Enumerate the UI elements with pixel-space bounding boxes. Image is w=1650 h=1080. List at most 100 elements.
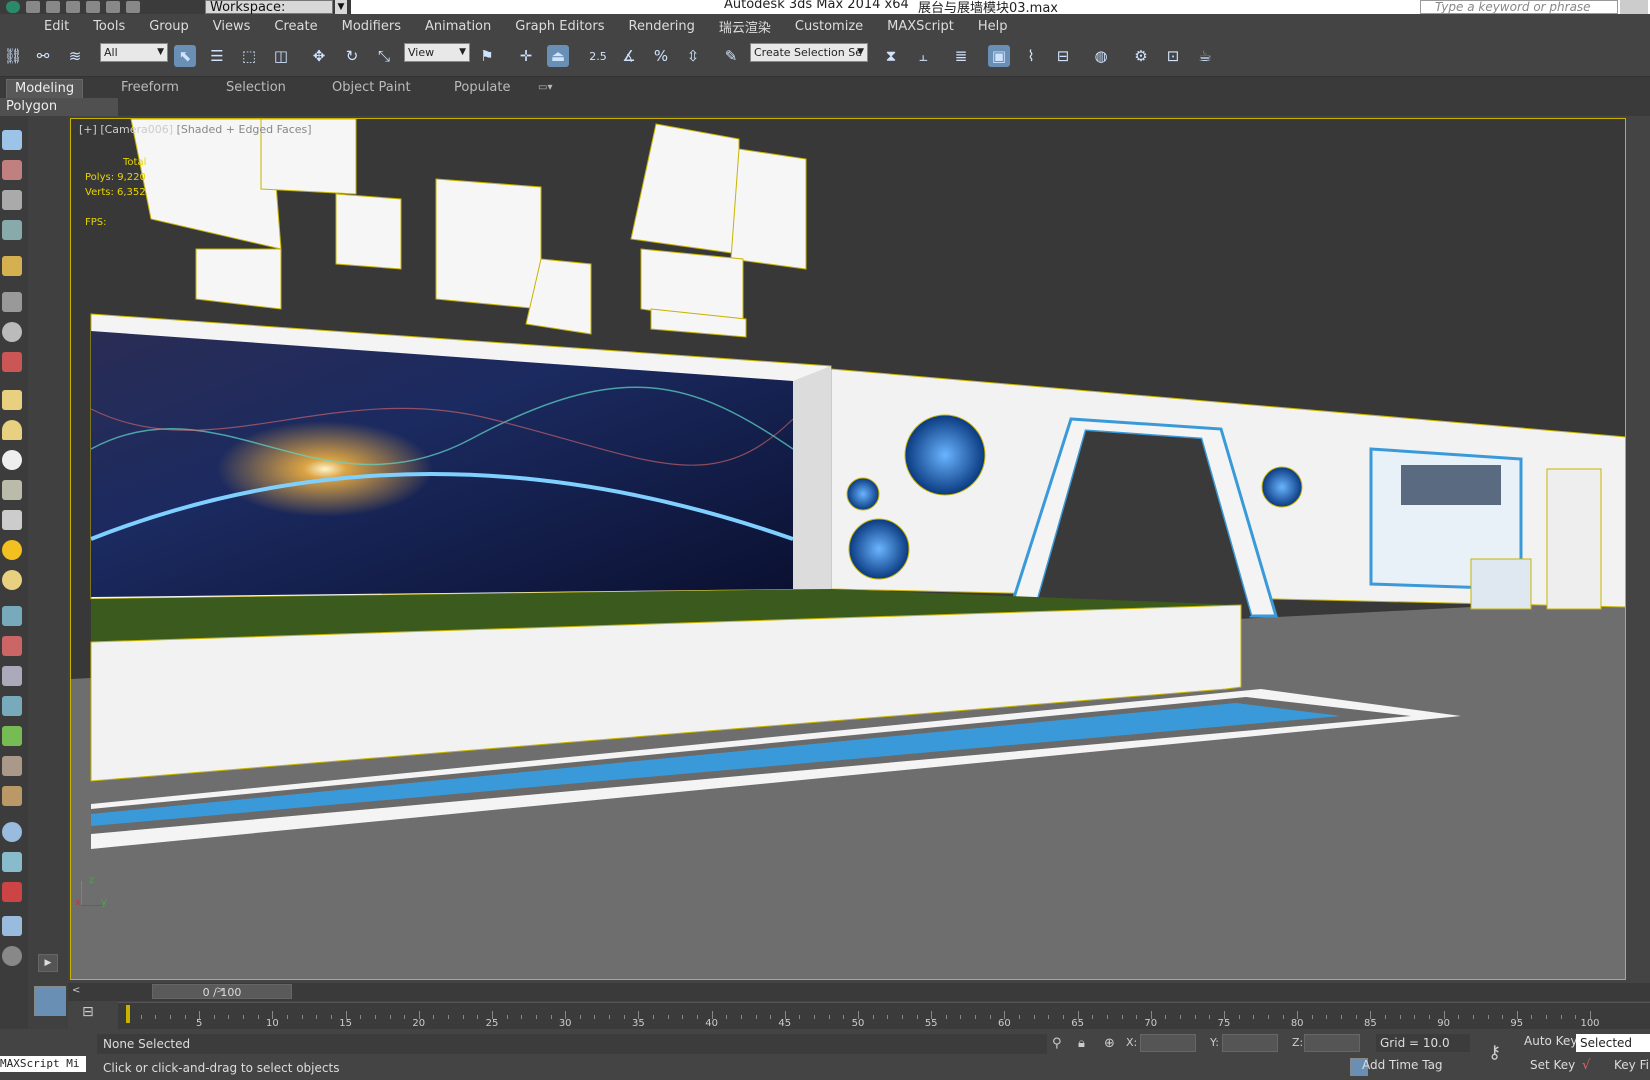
material-sphere-icon[interactable] xyxy=(2,822,22,842)
open-file-icon[interactable] xyxy=(46,1,60,13)
hf-icon[interactable] xyxy=(2,756,22,776)
camera-icon[interactable] xyxy=(2,292,22,312)
add-time-tag[interactable]: Add Time Tag xyxy=(1362,1058,1443,1072)
curve-editor-icon[interactable]: ⌇ xyxy=(1020,45,1042,67)
chevron-down-icon[interactable]: ▼ xyxy=(335,0,347,14)
scale-icon[interactable]: ⤡ xyxy=(373,45,395,67)
create-panel-icon[interactable] xyxy=(2,160,22,180)
viewport-plus-menu[interactable]: [+] xyxy=(79,123,97,136)
ribbon-options-icon[interactable]: ▭▾ xyxy=(538,79,552,97)
help-icon[interactable] xyxy=(2,946,22,966)
menu-maxscript[interactable]: MAXScript xyxy=(875,19,966,34)
menu-edit[interactable]: Edit xyxy=(0,19,81,34)
current-frame-marker[interactable] xyxy=(126,1005,130,1023)
light-icon[interactable] xyxy=(2,540,22,560)
hair-icon[interactable] xyxy=(2,636,22,656)
polygon-modeling-panel[interactable]: Polygon Modeling xyxy=(0,98,118,132)
key-icon[interactable]: ⚷ xyxy=(1488,1042,1501,1063)
select-by-name-icon[interactable]: ☰ xyxy=(206,45,228,67)
menu-tools[interactable]: Tools xyxy=(81,19,137,34)
teapot-icon[interactable] xyxy=(2,130,22,150)
auto-key-button[interactable]: Auto Key xyxy=(1524,1034,1577,1048)
compound-icon[interactable] xyxy=(2,666,22,686)
play-arrow-icon[interactable]: ▶ xyxy=(38,954,58,972)
render-setup-icon[interactable]: ⚙ xyxy=(1130,45,1152,67)
motion-panel-icon[interactable] xyxy=(2,256,22,276)
isolate-icon[interactable]: ⚲ xyxy=(1052,1036,1062,1051)
scatter-icon[interactable] xyxy=(2,786,22,806)
tab-populate[interactable]: Populate xyxy=(454,79,511,97)
app-logo-icon[interactable] xyxy=(6,1,20,13)
percent-snap-icon[interactable]: % xyxy=(650,45,672,67)
maxscript-listener[interactable]: MAXScript Mi xyxy=(0,1056,86,1072)
menu-group[interactable]: Group xyxy=(137,19,201,34)
box-icon[interactable] xyxy=(2,390,22,410)
menu-help[interactable]: Help xyxy=(966,19,1020,34)
slider-prev-icon[interactable]: < xyxy=(72,985,80,996)
align-icon[interactable]: ⫠ xyxy=(912,45,934,67)
camera-viewport[interactable]: [+] [Camera006] [Shaded + Edged Faces] T… xyxy=(70,118,1626,980)
menu-views[interactable]: Views xyxy=(201,19,263,34)
mirror-icon[interactable]: ⧗ xyxy=(880,45,902,67)
slider-next-icon[interactable]: > xyxy=(216,985,224,996)
curve-icon[interactable]: √ xyxy=(1582,1058,1590,1073)
tab-freeform[interactable]: Freeform xyxy=(121,79,179,97)
menu-create[interactable]: Create xyxy=(262,19,329,34)
absolute-mode-icon[interactable]: ⊕ xyxy=(1104,1036,1115,1051)
angle-snap-icon[interactable]: ∡ xyxy=(618,45,640,67)
dome-icon[interactable] xyxy=(2,420,22,440)
layer-manager-icon[interactable]: ≣ xyxy=(950,45,972,67)
edit-named-selection-icon[interactable]: ✎ xyxy=(720,45,742,67)
menu-cloud-render[interactable]: 瑞云渲染 xyxy=(707,17,783,36)
circle-icon[interactable] xyxy=(2,450,22,470)
move-icon[interactable]: ✥ xyxy=(308,45,330,67)
material-editor-icon[interactable]: ◍ xyxy=(1090,45,1112,67)
new-file-icon[interactable] xyxy=(26,1,40,13)
x-field[interactable] xyxy=(1140,1034,1196,1052)
set-key-button[interactable]: Set Key xyxy=(1530,1058,1575,1072)
workspace-dropdown[interactable]: Workspace: Default xyxy=(205,0,333,14)
named-selection-dropdown[interactable]: Create Selection Se ▼ xyxy=(750,43,868,62)
particles-icon[interactable] xyxy=(2,606,22,626)
pivot-point-icon[interactable]: ⚑ xyxy=(476,45,498,67)
menu-rendering[interactable]: Rendering xyxy=(617,19,707,34)
project-folder-icon[interactable] xyxy=(126,1,140,13)
track-bar[interactable]: 5 10 15 20 25 30 35 40 45 50 55 60 65 70 75 80 85 90 95 100 xyxy=(118,1002,1650,1029)
viewport-preview-icon[interactable] xyxy=(34,986,66,1016)
link-icon[interactable]: ⛓ xyxy=(2,45,24,67)
redo-icon[interactable] xyxy=(106,1,120,13)
track-bar-icon[interactable]: ⊟ xyxy=(82,1004,104,1024)
render-production-icon[interactable]: ☕ xyxy=(1194,45,1216,67)
snaps-toggle-icon[interactable]: 2.5 xyxy=(583,45,613,67)
plant-icon[interactable] xyxy=(2,726,22,746)
y-field[interactable] xyxy=(1222,1034,1278,1052)
selection-filter-dropdown[interactable]: All ▼ xyxy=(100,43,168,62)
gear-icon[interactable] xyxy=(2,696,22,716)
undo-icon[interactable] xyxy=(86,1,100,13)
menu-graph-editors[interactable]: Graph Editors xyxy=(503,19,616,34)
lock-icon[interactable]: 🔒︎ xyxy=(1078,1036,1085,1051)
window-crossing-icon[interactable]: ◫ xyxy=(270,45,292,67)
cone-icon[interactable] xyxy=(2,510,22,530)
modify-panel-icon[interactable] xyxy=(2,190,22,210)
graphite-toolbar-icon[interactable]: ▣ xyxy=(988,45,1010,67)
reference-coordinate-dropdown[interactable]: View ▼ xyxy=(404,43,470,62)
rendered-frame-window-icon[interactable]: ⊡ xyxy=(1162,45,1184,67)
bind-space-warp-icon[interactable]: ≋ xyxy=(64,45,86,67)
menu-animation[interactable]: Animation xyxy=(413,19,503,34)
crown-icon[interactable] xyxy=(2,480,22,500)
viewport-shading-menu[interactable]: [Shaded + Edged Faces] xyxy=(177,123,312,136)
render-frame-icon[interactable] xyxy=(2,882,22,902)
render-icon[interactable] xyxy=(2,852,22,872)
search-icon[interactable] xyxy=(1620,0,1648,14)
rotate-icon[interactable]: ↻ xyxy=(341,45,363,67)
menu-modifiers[interactable]: Modifiers xyxy=(330,19,413,34)
viewport-label[interactable]: [+] [Camera006] [Shaded + Edged Faces] xyxy=(79,123,312,136)
torus-icon[interactable] xyxy=(2,570,22,590)
spinner-snap-icon[interactable]: ⇳ xyxy=(682,45,704,67)
z-field[interactable] xyxy=(1304,1034,1360,1052)
tab-selection[interactable]: Selection xyxy=(226,79,286,97)
search-input[interactable]: Type a keyword or phrase xyxy=(1420,0,1618,14)
keyboard-shortcut-override-icon[interactable]: ⏏ xyxy=(547,45,569,67)
rectangular-selection-icon[interactable]: ⬚ xyxy=(238,45,260,67)
